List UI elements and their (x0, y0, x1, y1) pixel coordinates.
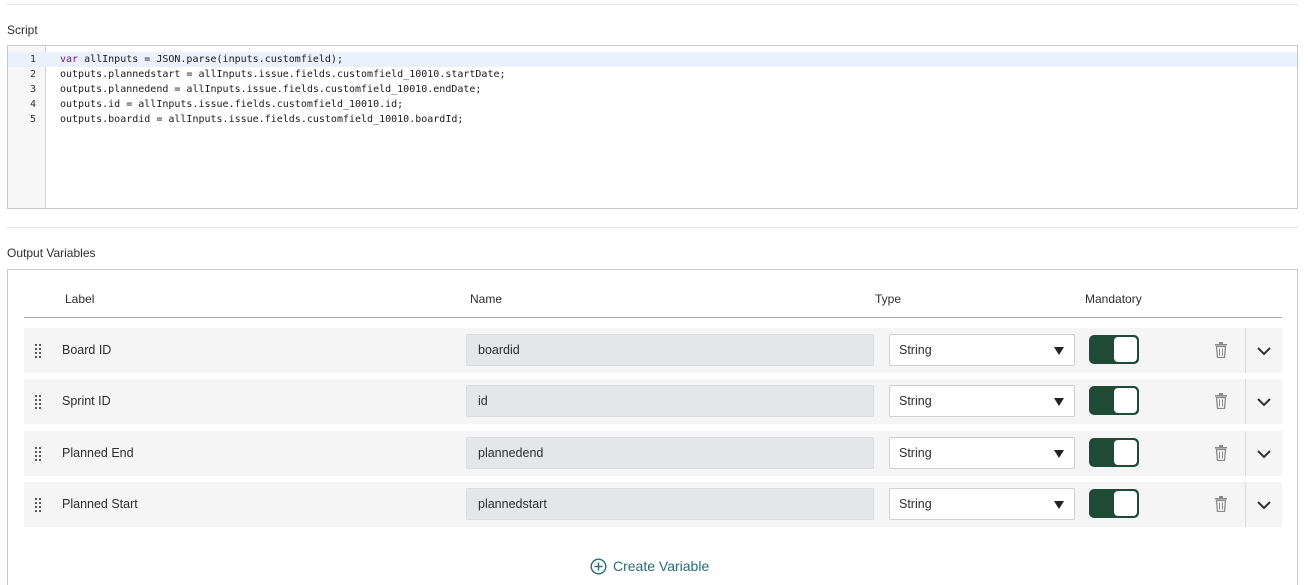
chevron-down-icon[interactable] (1255, 342, 1273, 360)
toggle-knob (1114, 388, 1137, 413)
type-select[interactable]: String (889, 437, 1075, 469)
create-variable-label: Create Variable (613, 558, 710, 574)
code-line[interactable]: 1 var allInputs = JSON.parse(inputs.cust… (8, 52, 1297, 67)
code-text: outputs.id = allInputs.issue.fields.cust… (60, 99, 404, 110)
line-number: 1 (29, 54, 36, 65)
code-keyword: var (60, 54, 79, 65)
code-text: outputs.plannedend = allInputs.issue.fie… (60, 84, 482, 95)
section-divider (7, 227, 1298, 228)
line-number: 4 (29, 99, 36, 110)
code-rest: allInputs = JSON.parse(inputs.customfiel… (78, 54, 343, 65)
script-section-title: Script (7, 23, 38, 37)
mandatory-toggle[interactable] (1089, 386, 1139, 415)
type-select[interactable]: String (889, 488, 1075, 520)
chevron-down-icon[interactable] (1255, 496, 1273, 514)
trash-icon[interactable] (1214, 342, 1228, 358)
dropdown-arrow-icon (1054, 450, 1064, 458)
type-select-value: String (899, 343, 932, 357)
dropdown-arrow-icon (1054, 398, 1064, 406)
variable-label[interactable]: Planned Start (62, 497, 138, 511)
dropdown-arrow-icon (1054, 501, 1064, 509)
code-line[interactable]: 4 outputs.id = allInputs.issue.fields.cu… (8, 97, 1297, 112)
code-line[interactable]: 2 outputs.plannedstart = allInputs.issue… (8, 67, 1297, 82)
row-divider (1245, 482, 1246, 527)
drag-handle-icon[interactable] (35, 344, 42, 358)
line-number: 5 (29, 114, 36, 125)
code-line[interactable]: 3 outputs.plannedend = allInputs.issue.f… (8, 82, 1297, 97)
type-select[interactable]: String (889, 334, 1075, 366)
header-underline (24, 317, 1282, 318)
variable-label[interactable]: Sprint ID (62, 394, 111, 408)
mandatory-toggle[interactable] (1089, 438, 1139, 467)
variable-row: Board ID boardid String (24, 328, 1282, 373)
variable-name-field[interactable]: boardid (466, 334, 874, 366)
trash-icon[interactable] (1214, 445, 1228, 461)
drag-handle-icon[interactable] (35, 498, 42, 512)
trash-icon[interactable] (1214, 496, 1228, 512)
variable-label[interactable]: Board ID (62, 343, 111, 357)
variable-name-field[interactable]: plannedstart (466, 488, 874, 520)
output-variables-title: Output Variables (7, 246, 96, 260)
chevron-down-icon[interactable] (1255, 445, 1273, 463)
toggle-knob (1114, 491, 1137, 516)
type-select-value: String (899, 394, 932, 408)
code-text: var allInputs = JSON.parse(inputs.custom… (60, 52, 343, 67)
code-text: outputs.plannedstart = allInputs.issue.f… (60, 69, 506, 80)
column-header-mandatory: Mandatory (1085, 292, 1142, 306)
type-select-value: String (899, 497, 932, 511)
trash-icon[interactable] (1214, 393, 1228, 409)
drag-handle-icon[interactable] (35, 447, 42, 461)
script-editor[interactable]: 1 var allInputs = JSON.parse(inputs.cust… (7, 45, 1298, 209)
row-divider (1245, 379, 1246, 424)
variable-row: Sprint ID id String (24, 379, 1282, 424)
create-variable-button[interactable]: Create Variable (590, 556, 709, 576)
variable-name-field[interactable]: id (466, 385, 874, 417)
dropdown-arrow-icon (1054, 347, 1064, 355)
type-select-value: String (899, 446, 932, 460)
chevron-down-icon[interactable] (1255, 393, 1273, 411)
row-divider (1245, 431, 1246, 476)
row-divider (1245, 328, 1246, 373)
mandatory-toggle[interactable] (1089, 489, 1139, 518)
variable-label[interactable]: Planned End (62, 446, 134, 460)
variable-name-field[interactable]: plannedend (466, 437, 874, 469)
mandatory-toggle[interactable] (1089, 335, 1139, 364)
drag-handle-icon[interactable] (35, 395, 42, 409)
line-number: 2 (29, 69, 36, 80)
toggle-knob (1114, 440, 1137, 465)
type-select[interactable]: String (889, 385, 1075, 417)
column-header-type: Type (875, 292, 902, 306)
variable-row: Planned End plannedend String (24, 431, 1282, 476)
top-divider (7, 4, 1298, 5)
variable-row: Planned Start plannedstart String (24, 482, 1282, 527)
plus-circle-icon (590, 557, 607, 575)
line-number: 3 (29, 84, 36, 95)
column-header-label: Label (65, 292, 95, 306)
toggle-knob (1114, 337, 1137, 362)
code-text: outputs.boardid = allInputs.issue.fields… (60, 114, 464, 125)
column-header-name: Name (470, 292, 503, 306)
code-line[interactable]: 5 outputs.boardid = allInputs.issue.fiel… (8, 112, 1297, 127)
